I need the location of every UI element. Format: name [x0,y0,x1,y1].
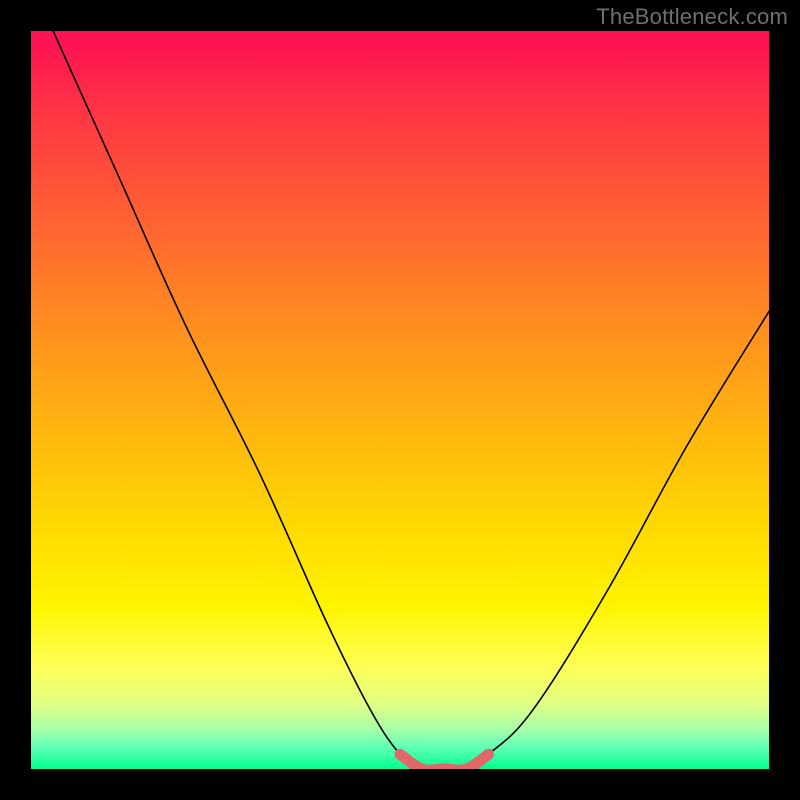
chart-container: TheBottleneck.com [0,0,800,800]
bottleneck-curve-path [53,31,769,769]
watermark-text: TheBottleneck.com [596,4,788,30]
curve-svg [31,31,769,769]
optimal-band-path [400,754,489,769]
plot-area [31,31,769,769]
